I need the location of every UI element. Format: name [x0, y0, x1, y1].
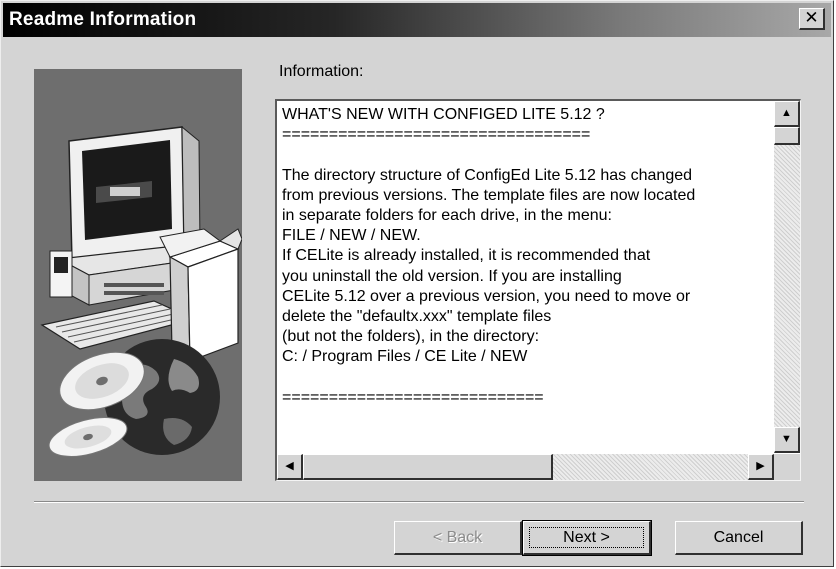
arrow-down-icon: ▼: [781, 433, 792, 445]
readme-text: WHAT'S NEW WITH CONFIGED LITE 5.12 ? ===…: [282, 106, 696, 406]
scroll-down-button[interactable]: ▼: [774, 427, 800, 453]
window-title: Readme Information: [9, 9, 197, 30]
next-button[interactable]: Next >: [522, 520, 652, 556]
vertical-scroll-thumb[interactable]: [774, 127, 800, 145]
next-button-label: Next >: [563, 529, 610, 546]
scrollbar-corner: [774, 454, 800, 480]
setup-illustration: [34, 69, 242, 481]
back-button[interactable]: < Back: [394, 521, 522, 555]
back-button-label: < Back: [432, 529, 483, 546]
separator-line: [34, 501, 804, 503]
close-icon: ✕: [804, 8, 819, 27]
cancel-button[interactable]: Cancel: [675, 521, 803, 555]
information-label: Information:: [279, 63, 364, 80]
vertical-scrollbar[interactable]: ▲ ▼: [774, 101, 800, 453]
horizontal-scrollbar[interactable]: ◀ ▶: [277, 454, 774, 480]
cancel-button-label: Cancel: [713, 529, 764, 546]
arrow-up-icon: ▲: [781, 107, 792, 119]
readme-text-area[interactable]: WHAT'S NEW WITH CONFIGED LITE 5.12 ? ===…: [275, 99, 801, 481]
title-bar[interactable]: Readme Information ✕: [3, 3, 831, 37]
scroll-right-button[interactable]: ▶: [748, 454, 774, 480]
horizontal-scroll-thumb[interactable]: [303, 454, 553, 480]
arrow-left-icon: ◀: [285, 460, 294, 472]
scroll-left-button[interactable]: ◀: [277, 454, 303, 480]
scroll-up-button[interactable]: ▲: [774, 101, 800, 127]
readme-dialog: Readme Information ✕ Information: WHAT'S…: [0, 0, 834, 567]
arrow-right-icon: ▶: [756, 460, 765, 472]
close-button[interactable]: ✕: [799, 8, 825, 30]
